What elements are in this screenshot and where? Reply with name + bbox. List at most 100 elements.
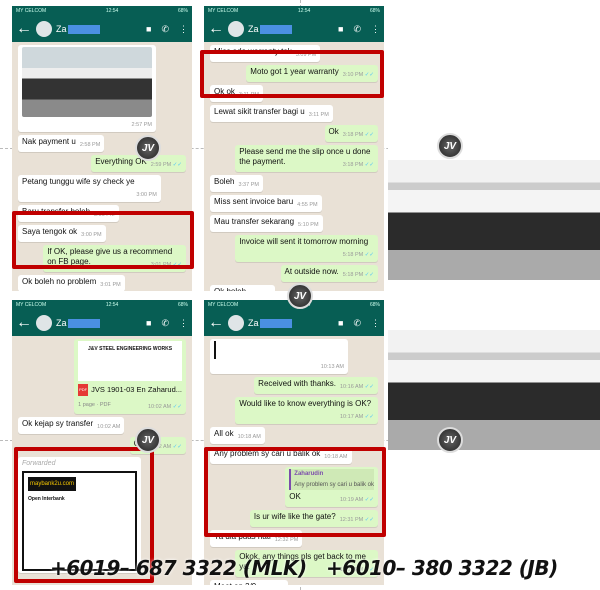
- back-arrow-icon[interactable]: ←: [208, 314, 224, 332]
- phone-icon[interactable]: ✆: [161, 318, 169, 329]
- status-bar: MY CELCOM12:5468%: [204, 6, 384, 16]
- timestamp: 5:10 PM: [298, 222, 319, 228]
- avatar[interactable]: [36, 315, 52, 331]
- highlight-box: [204, 447, 386, 537]
- timestamp: 5:20 PM: [250, 290, 270, 291]
- message-bubble[interactable]: Please send me the slip once u done the …: [235, 145, 378, 172]
- redaction: [67, 24, 100, 34]
- message-bubble[interactable]: Ok 3:18 PM ✓✓: [324, 125, 378, 142]
- whatsapp-chat-screenshot: MY CELCOM 12:54 68% ← Za ■ ✆ ⋮ Miss ada warran…: [204, 6, 384, 291]
- message-bubble[interactable]: Ok kejap sy transfer 10:02 AM: [18, 417, 125, 434]
- status-bar: MY CELCOM12:5468%: [12, 300, 192, 310]
- read-ticks-icon: ✓✓: [364, 132, 374, 138]
- house-gate-photo: [388, 300, 600, 450]
- video-call-icon[interactable]: ■: [146, 24, 151, 35]
- message-text: At outside now.: [284, 267, 339, 276]
- highlight-box: [200, 50, 384, 98]
- message-bubble[interactable]: Received with thanks. 10:16 AM ✓✓: [254, 377, 378, 394]
- message-text: Miss sent invoice baru: [214, 197, 294, 206]
- read-ticks-icon: ✓✓: [172, 444, 182, 450]
- read-ticks-icon: ✓✓: [364, 272, 374, 278]
- message-text: Ok: [328, 127, 339, 136]
- phone-icon[interactable]: ✆: [353, 318, 361, 329]
- timestamp: 10:02 AM: [97, 424, 121, 430]
- timestamp: 10:18 AM: [237, 434, 261, 440]
- message-text: Received with thanks.: [258, 379, 336, 388]
- message-bubble[interactable]: At outside now. 5:18 PM ✓✓: [280, 265, 378, 282]
- timestamp: 3:37 PM: [238, 182, 259, 188]
- contact-name: Za: [248, 24, 292, 34]
- highlight-box: [12, 211, 194, 269]
- video-call-icon[interactable]: ■: [146, 318, 151, 329]
- message-text: Ok boleh no problem: [22, 277, 97, 286]
- message-bubble[interactable]: J&V STEEL ENGINEERING WORKS PDF JVS 1901-0…: [74, 339, 186, 414]
- message-text: Petang tunggu wife sy check ye: [22, 177, 135, 186]
- back-arrow-icon[interactable]: ←: [208, 20, 224, 38]
- message-bubble[interactable]: Ok boleh 5:20 PM: [210, 285, 275, 291]
- jv-logo-watermark: JV: [437, 427, 463, 453]
- avatar[interactable]: [228, 21, 244, 37]
- jv-logo-watermark: JV: [135, 427, 161, 453]
- jv-logo-watermark: JV: [287, 283, 313, 309]
- read-ticks-icon: ✓✓: [172, 404, 182, 410]
- gate-photo: [22, 47, 152, 117]
- message-bubble[interactable]: Meet on 3/912:38 PM: [210, 580, 288, 585]
- timestamp: 3:11 PM: [308, 112, 329, 118]
- message-bubble[interactable]: Invoice will sent it tomorrow morning 5:1…: [235, 235, 378, 262]
- avatar[interactable]: [228, 315, 244, 331]
- message-text: Boleh: [214, 177, 235, 186]
- more-options-icon[interactable]: ⋮: [371, 318, 380, 329]
- chat-header: ← Za ■ ✆ ⋮: [204, 16, 384, 42]
- timestamp: 2:57 PM: [131, 122, 152, 128]
- read-ticks-icon: ✓✓: [364, 162, 374, 168]
- message-bubble[interactable]: Nak payment u 2:58 PM: [18, 135, 105, 152]
- status-bar: MY CELCOM12:5468%: [12, 6, 192, 16]
- timestamp: 2:59 PM ✓✓: [150, 162, 182, 168]
- avatar[interactable]: [36, 21, 52, 37]
- chat-header: ← Za ■ ✆ ⋮: [12, 310, 192, 336]
- message-bubble[interactable]: Mau transfer sekarang 5:10 PM: [210, 215, 323, 232]
- message-bubble[interactable]: Boleh 3:37 PM: [210, 175, 263, 192]
- timestamp: 5:18 PM ✓✓: [342, 252, 374, 258]
- message-bubble[interactable]: Would like to know everything is OK? 10:1…: [235, 397, 378, 424]
- timestamp: 10:17 AM ✓✓: [340, 414, 374, 420]
- timestamp: 10:02 AM ✓✓: [148, 404, 182, 410]
- message-text: All ok: [214, 429, 234, 438]
- house-gate-photo: [388, 130, 600, 280]
- message-text: Meet on 3/9: [214, 582, 256, 585]
- pdf-preview: J&V STEEL ENGINEERING WORKS: [78, 341, 182, 381]
- back-arrow-icon[interactable]: ←: [16, 20, 32, 38]
- more-options-icon[interactable]: ⋮: [179, 318, 188, 329]
- video-call-icon[interactable]: ■: [338, 318, 343, 329]
- message-text: Ok boleh: [214, 287, 246, 291]
- message-bubble[interactable]: 2:57 PM: [18, 45, 156, 132]
- chat-header: ← Za ■ ✆ ⋮: [204, 310, 384, 336]
- read-ticks-icon: ✓✓: [364, 414, 374, 420]
- message-bubble[interactable]: Miss sent invoice baru 4:55 PM: [210, 195, 322, 212]
- contact-numbers: +6019– 687 3322 (MLK) +6010– 380 3322 (J…: [50, 556, 558, 580]
- phone-icon[interactable]: ✆: [353, 24, 361, 35]
- message-bubble[interactable]: All ok 10:18 AM: [210, 427, 265, 444]
- chat-header: ← Za ■ ✆ ⋮: [12, 16, 192, 42]
- message-bubble[interactable]: 10:13 AM: [210, 339, 348, 374]
- contact-name: Za: [248, 318, 292, 328]
- redaction: [67, 318, 100, 328]
- message-bubble[interactable]: Petang tunggu wife sy check ye 3:00 PM: [18, 175, 161, 202]
- read-ticks-icon: ✓✓: [364, 384, 374, 390]
- read-ticks-icon: ✓✓: [172, 162, 182, 168]
- message-bubble[interactable]: Lewat sikit transfer bagi u 3:11 PM: [210, 105, 333, 122]
- message-text: Everything OK: [95, 157, 147, 166]
- more-options-icon[interactable]: ⋮: [179, 24, 188, 35]
- video-call-icon[interactable]: ■: [338, 24, 343, 35]
- back-arrow-icon[interactable]: ←: [16, 314, 32, 332]
- timestamp: 3:00 PM: [136, 192, 157, 198]
- redaction: [259, 318, 292, 328]
- message-text: Invoice will sent it tomorrow morning: [239, 237, 369, 246]
- timestamp: 4:55 PM: [297, 202, 318, 208]
- pdf-icon: PDF: [78, 384, 89, 396]
- more-options-icon[interactable]: ⋮: [371, 24, 380, 35]
- message-text: Would like to know everything is OK?: [239, 399, 372, 408]
- message-text: Lewat sikit transfer bagi u: [214, 107, 305, 116]
- phone-icon[interactable]: ✆: [161, 24, 169, 35]
- message-bubble[interactable]: Ok boleh no problem 3:01 PM: [18, 275, 125, 291]
